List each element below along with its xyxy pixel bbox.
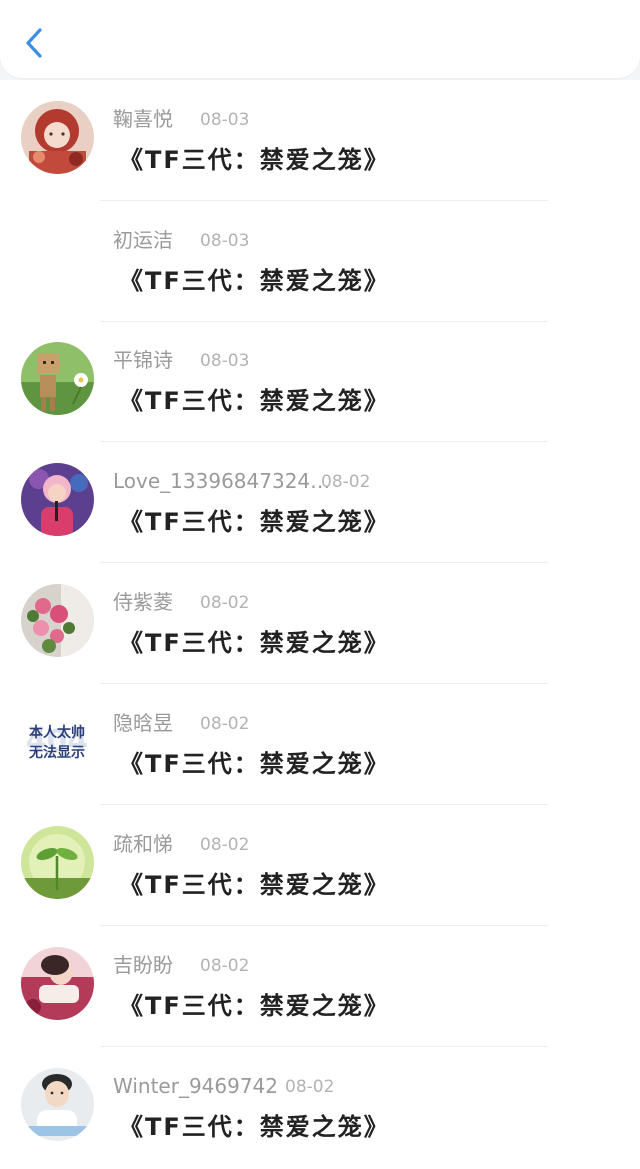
- user-name: 疏和悌: [113, 832, 173, 856]
- work-title: 《TF三代：禁爱之笼》: [119, 267, 390, 295]
- avatar: [21, 584, 94, 657]
- avatar: [21, 826, 94, 899]
- user-name: 初运洁: [113, 228, 173, 252]
- work-title: 《TF三代：禁爱之笼》: [119, 750, 390, 778]
- list-item[interactable]: 吉盼盼 08-02 《TF三代：禁爱之笼》: [0, 926, 640, 1047]
- user-name: Winter_9469742: [113, 1074, 279, 1098]
- work-title: 《TF三代：禁爱之笼》: [119, 629, 390, 657]
- top-bar: [0, 0, 640, 78]
- list-item[interactable]: 鞠喜悦 08-03 《TF三代：禁爱之笼》: [0, 80, 640, 201]
- work-title: 《TF三代：禁爱之笼》: [119, 992, 390, 1020]
- list-item[interactable]: 初运洁 08-03 《TF三代：禁爱之笼》: [0, 201, 640, 322]
- post-date: 08-02: [285, 1077, 335, 1097]
- post-date: 08-03: [200, 110, 250, 130]
- list-item[interactable]: Winter_9469742 08-02 《TF三代：禁爱之笼》: [0, 1047, 640, 1168]
- list-item[interactable]: 侍紫菱 08-02 《TF三代：禁爱之笼》: [0, 563, 640, 684]
- post-date: 08-02: [321, 472, 371, 492]
- work-title: 《TF三代：禁爱之笼》: [119, 1113, 390, 1141]
- user-name: 吉盼盼: [113, 953, 173, 977]
- user-name: 隐晗昱: [113, 711, 173, 735]
- post-date: 08-02: [200, 714, 250, 734]
- avatar: [21, 463, 94, 536]
- svg-text:本人太帅: 本人太帅: [29, 724, 85, 741]
- work-title: 《TF三代：禁爱之笼》: [119, 146, 390, 174]
- post-date: 08-02: [200, 835, 250, 855]
- chevron-left-icon: [26, 28, 42, 58]
- list-item[interactable]: 404 本人太帅 无法显示 隐晗昱 08-02 《TF三代：禁爱之笼》: [0, 684, 640, 805]
- avatar: [21, 947, 94, 1020]
- post-date: 08-03: [200, 351, 250, 371]
- post-date: 08-03: [200, 231, 250, 251]
- avatar: [21, 101, 94, 174]
- post-date: 08-02: [200, 956, 250, 976]
- work-title: 《TF三代：禁爱之笼》: [119, 871, 390, 899]
- list-item[interactable]: 疏和悌 08-02 《TF三代：禁爱之笼》: [0, 805, 640, 926]
- work-title: 《TF三代：禁爱之笼》: [119, 508, 390, 536]
- avatar: [21, 1068, 94, 1141]
- user-name: Love_13396847324…: [113, 469, 331, 493]
- user-name: 鞠喜悦: [113, 107, 173, 131]
- user-name: 平锦诗: [113, 348, 173, 372]
- user-name: 侍紫菱: [113, 590, 173, 614]
- avatar: [21, 342, 94, 415]
- back-button[interactable]: [18, 22, 54, 62]
- list-item[interactable]: 平锦诗 08-03 《TF三代：禁爱之笼》: [0, 321, 640, 442]
- work-title: 《TF三代：禁爱之笼》: [119, 387, 390, 415]
- avatar: 404 本人太帅 无法显示: [21, 705, 94, 778]
- list-item[interactable]: Love_13396847324… 08-02 《TF三代：禁爱之笼》: [0, 442, 640, 563]
- post-date: 08-02: [200, 593, 250, 613]
- svg-text:无法显示: 无法显示: [28, 744, 85, 761]
- user-list: 鞠喜悦 08-03 《TF三代：禁爱之笼》 初运洁 08-03 《TF三代：禁爱…: [0, 80, 640, 1169]
